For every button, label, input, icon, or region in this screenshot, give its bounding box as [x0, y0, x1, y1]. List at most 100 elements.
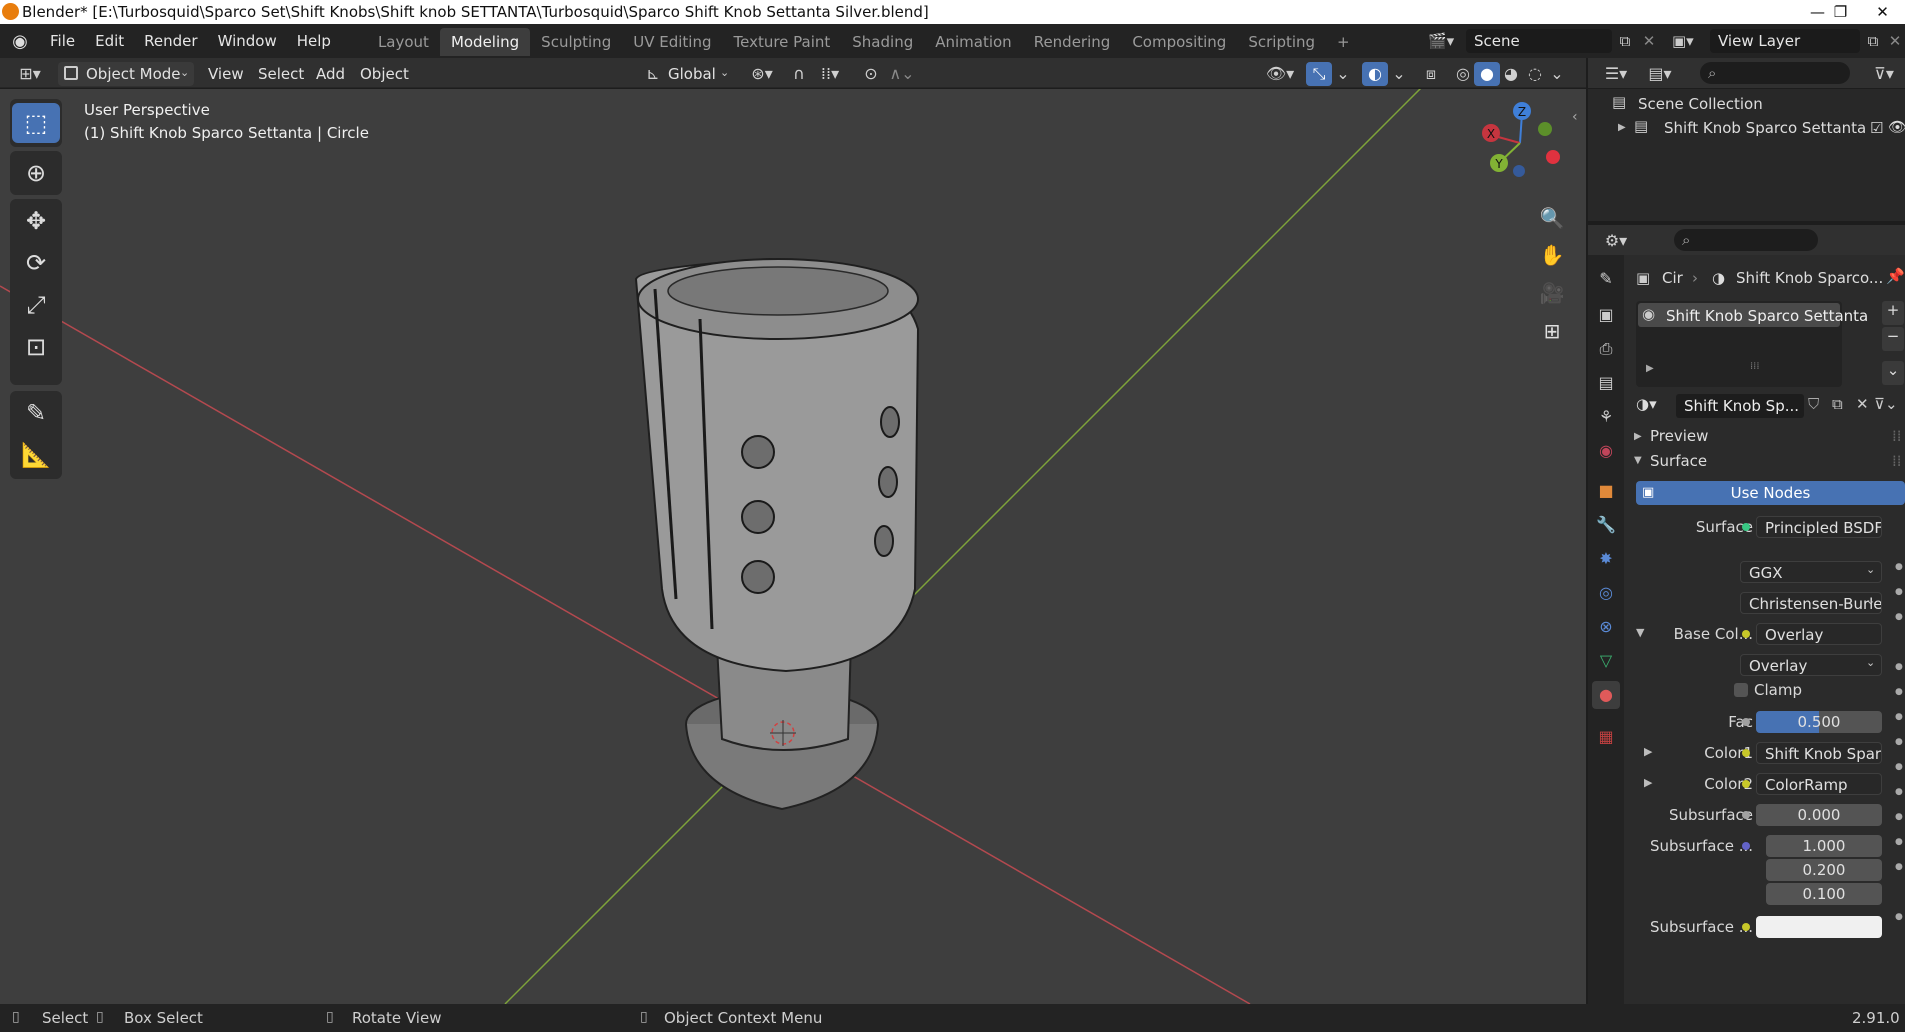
move-tool-icon[interactable]: ✥ [12, 201, 60, 241]
constraint-tab-icon[interactable]: ⊗ [1592, 613, 1620, 641]
filter-icon[interactable]: ⊽⌄ [1874, 395, 1898, 413]
menu-file[interactable]: File [40, 24, 85, 58]
delete-scene-icon[interactable]: ✕ [1638, 29, 1660, 53]
blender-menu-icon[interactable]: ◉ [0, 31, 40, 52]
menu-help[interactable]: Help [287, 24, 341, 58]
unlink-material-icon[interactable]: ✕ [1856, 395, 1869, 413]
filter-icon[interactable]: ⊽▾ [1866, 62, 1902, 86]
properties-search-input[interactable]: ⌕ [1674, 229, 1818, 251]
material-tab-icon[interactable]: ● [1592, 681, 1620, 709]
xray-icon[interactable]: ⧈ [1418, 62, 1444, 86]
object-tab-icon[interactable]: ■ [1592, 477, 1620, 505]
preview-panel-header[interactable]: Preview [1650, 427, 1708, 445]
expanded-arrow-icon[interactable]: ▼ [1634, 455, 1642, 466]
falloff-icon[interactable]: ∧⌄ [884, 62, 920, 86]
scene-collection-label[interactable]: Scene Collection [1638, 95, 1763, 113]
new-view-layer-icon[interactable]: ⧉ [1862, 29, 1884, 53]
add-slot-button[interactable]: + [1882, 301, 1904, 325]
material-browse-icon[interactable]: ◑▾ [1636, 395, 1657, 413]
visibility-icon[interactable]: 👁▾ [1262, 62, 1298, 86]
output-tab-icon[interactable]: ⎙ [1592, 335, 1620, 363]
menu-select[interactable]: Select [250, 62, 312, 86]
texture-tab-icon[interactable]: ▦ [1592, 723, 1620, 751]
data-tab-icon[interactable]: ▽ [1592, 647, 1620, 675]
cursor-tool-icon[interactable]: ⊕ [12, 153, 60, 193]
mode-selector[interactable]: Object Mode [58, 62, 194, 86]
tab-animation[interactable]: Animation [924, 28, 1022, 56]
blend-type-dropdown[interactable]: Overlay [1740, 654, 1882, 676]
gizmo-toggle-icon[interactable]: ⤡ [1306, 62, 1332, 86]
material-name-field[interactable]: Shift Knob Sp... [1676, 394, 1804, 418]
subsurface-radius-y[interactable]: 0.200 [1766, 859, 1882, 881]
view-layer-icon[interactable]: ▣▾ [1672, 29, 1708, 53]
outliner-item-label[interactable]: Shift Knob Sparco Settanta [1664, 119, 1866, 137]
measure-tool-icon[interactable]: 📐 [12, 435, 60, 475]
checkbox-icon[interactable]: ☑ [1870, 119, 1883, 137]
ortho-toggle-icon[interactable]: ⊞ [1536, 315, 1568, 347]
tab-sculpting[interactable]: Sculpting [530, 28, 622, 56]
maximize-button[interactable]: ❐ [1818, 0, 1863, 24]
tab-uv-editing[interactable]: UV Editing [622, 28, 722, 56]
menu-view[interactable]: View [200, 62, 252, 86]
expand-arrow-icon[interactable]: ▶ [1618, 122, 1626, 133]
zoom-icon[interactable]: 🔍 [1536, 202, 1568, 234]
subsurface-field[interactable]: 0.000 [1756, 804, 1882, 826]
tab-modeling[interactable]: Modeling [439, 28, 531, 56]
remove-slot-button[interactable]: − [1882, 327, 1904, 351]
tab-texture-paint[interactable]: Texture Paint [722, 28, 841, 56]
surface-shader-field[interactable]: Principled BSDF [1756, 516, 1882, 538]
distribution-dropdown[interactable]: GGX [1740, 561, 1882, 583]
render-tab-icon[interactable]: ▣ [1592, 301, 1620, 329]
fac-slider[interactable]: 0.500 [1756, 711, 1882, 733]
annotate-tool-icon[interactable]: ✎ [12, 393, 60, 433]
clamp-checkbox[interactable] [1734, 683, 1748, 697]
scene-tab-icon[interactable]: ⚘ [1592, 403, 1620, 431]
rotate-tool-icon[interactable]: ⟳ [12, 243, 60, 283]
3d-viewport[interactable]: ⬚ ⊕ ✥ ⟳ ⤢ ⊡ ✎ 📐 User Perspective (1) Shi… [0, 89, 1586, 1004]
pin-icon[interactable]: 📌 [1886, 267, 1905, 285]
scene-icon[interactable]: 🎬▾ [1428, 29, 1464, 53]
surface-panel-header[interactable]: Surface [1650, 452, 1707, 470]
tab-rendering[interactable]: Rendering [1023, 28, 1122, 56]
resize-handle-icon[interactable]: ⁞⁞⁞ [1750, 361, 1760, 372]
tab-scripting[interactable]: Scripting [1237, 28, 1326, 56]
display-mode-icon[interactable]: ▤▾ [1642, 62, 1678, 86]
chevron-down-icon[interactable]: ⌄ [1548, 62, 1566, 86]
collapsed-arrow-icon[interactable]: ▶ [1634, 431, 1642, 442]
snap-increment-icon[interactable]: ⁞⁞▾ [812, 62, 848, 86]
pivot-point-icon[interactable]: ⊛▾ [744, 62, 780, 86]
particles-tab-icon[interactable]: ✸ [1592, 545, 1620, 573]
camera-view-icon[interactable]: 🎥 [1536, 277, 1568, 309]
expand-arrow-icon[interactable]: ▶ [1646, 363, 1654, 374]
expanded-arrow-icon[interactable]: ▼ [1636, 626, 1644, 639]
subsurface-method-dropdown[interactable]: Christensen-Burley [1740, 592, 1882, 614]
add-workspace-button[interactable]: + [1326, 28, 1361, 56]
new-scene-icon[interactable]: ⧉ [1614, 29, 1636, 53]
fake-user-icon[interactable]: ⛉ [1808, 395, 1819, 413]
material-slot-label[interactable]: Shift Knob Sparco Settanta [1666, 307, 1868, 325]
expand-arrow-icon[interactable]: ▶ [1644, 776, 1652, 789]
duplicate-material-icon[interactable]: ⧉ [1832, 395, 1843, 413]
view-layer-selector[interactable]: View Layer [1710, 29, 1860, 53]
rendered-shading-icon[interactable]: ◌ [1522, 62, 1548, 86]
wireframe-shading-icon[interactable]: ◎ [1450, 62, 1476, 86]
chevron-down-icon[interactable]: ⌄ [1334, 62, 1352, 86]
tab-compositing[interactable]: Compositing [1121, 28, 1237, 56]
close-button[interactable]: ✕ [1860, 0, 1905, 24]
editor-type-icon[interactable]: ⊞▾ [12, 62, 48, 86]
tool-tab-icon[interactable]: ✎ [1592, 265, 1620, 293]
drag-handle-icon[interactable]: ⁞⁞ [1892, 427, 1902, 445]
navigation-gizmo[interactable]: Z X Y [1475, 99, 1565, 189]
subsurface-radius-z[interactable]: 0.100 [1766, 883, 1882, 905]
snap-icon[interactable]: ∩ [786, 62, 812, 86]
drag-handle-icon[interactable]: ⁞⁞ [1892, 452, 1902, 470]
use-nodes-button[interactable]: Use Nodes [1636, 481, 1905, 505]
proportional-edit-icon[interactable]: ⊙ [858, 62, 884, 86]
delete-view-layer-icon[interactable]: ✕ [1886, 29, 1904, 53]
view-layer-tab-icon[interactable]: ▤ [1592, 369, 1620, 397]
menu-object[interactable]: Object [352, 62, 417, 86]
properties-editor-icon[interactable]: ⚙▾ [1598, 229, 1634, 253]
overlay-toggle-icon[interactable]: ◐ [1362, 62, 1388, 86]
world-tab-icon[interactable]: ◉ [1592, 437, 1620, 465]
select-box-tool-icon[interactable]: ⬚ [12, 103, 60, 143]
